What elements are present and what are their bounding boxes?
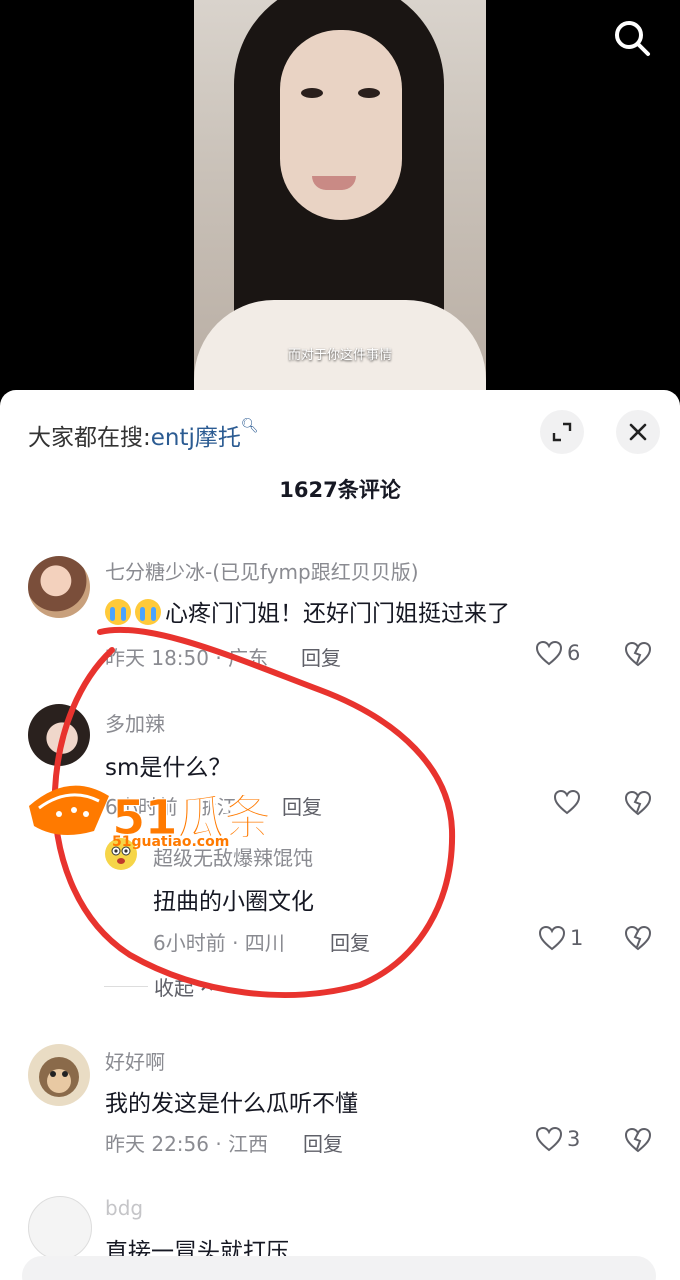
video-player[interactable]: 而对于你这件事情: [0, 0, 680, 400]
like-button[interactable]: 1: [538, 925, 583, 951]
hot-search-term[interactable]: entj摩托: [151, 425, 241, 451]
video-person-eye: [301, 88, 323, 98]
monkey-avatar-icon: [39, 1057, 79, 1097]
video-person-face: [280, 30, 402, 220]
collapse-label: 收起: [154, 976, 194, 1000]
watermark-url: 51guatiao.com: [112, 834, 230, 850]
reply-button[interactable]: 回复: [282, 791, 322, 820]
video-frame: 而对于你这件事情: [194, 0, 486, 390]
heart-icon: [535, 1126, 563, 1152]
heart-icon: [553, 789, 581, 815]
watermelon-logo-icon: [29, 785, 109, 835]
reply-text: 扭曲的小圈文化: [153, 889, 314, 915]
comment-count: 1627条评论: [279, 478, 401, 502]
expand-icon: [552, 422, 572, 442]
crying-emoji-icon: [135, 599, 161, 625]
video-person-eye: [358, 88, 380, 98]
heart-icon: [538, 925, 566, 951]
hot-search-magnifier-icon: 🔍︎: [240, 418, 259, 434]
like-button[interactable]: [553, 789, 581, 815]
reply-button[interactable]: 回复: [303, 1128, 343, 1157]
avatar[interactable]: [28, 704, 90, 766]
collapse-replies-button[interactable]: 收起: [104, 972, 214, 1001]
close-button[interactable]: [616, 410, 660, 454]
video-subtitle: 而对于你这件事情: [287, 348, 392, 363]
reply-button[interactable]: 回复: [330, 927, 370, 956]
avatar[interactable]: [28, 1196, 92, 1260]
like-button[interactable]: 3: [535, 1126, 580, 1152]
divider: [104, 986, 148, 987]
close-icon: [629, 423, 647, 441]
like-count: 3: [567, 1127, 581, 1151]
watermark-logo: 51瓜条 51guatiao.com: [24, 776, 274, 856]
crying-emoji-icon: [105, 599, 131, 625]
like-count: 6: [567, 641, 581, 665]
comment-text: 我的发这是什么瓜听不懂: [105, 1091, 358, 1117]
hot-search-bar[interactable]: 大家都在搜:entj摩托🔍︎: [28, 418, 259, 452]
comment-input-bar[interactable]: [22, 1256, 656, 1280]
comment-text: 心疼门门姐！还好门门姐挺过来了: [105, 594, 510, 628]
search-icon[interactable]: [610, 16, 654, 60]
like-count: 1: [570, 926, 584, 950]
reply-meta: 6小时前 · 四川: [153, 931, 285, 955]
comment-author[interactable]: 好好啊: [105, 1046, 165, 1075]
reply-button[interactable]: 回复: [301, 642, 341, 671]
comment-author[interactable]: 多加辣: [105, 708, 165, 737]
comment-meta: 昨天 18:50 · 广东: [105, 646, 269, 670]
broken-heart-icon[interactable]: [624, 641, 652, 667]
avatar[interactable]: [28, 556, 90, 618]
expand-button[interactable]: [540, 410, 584, 454]
comment-author[interactable]: bdg: [105, 1196, 143, 1220]
broken-heart-icon[interactable]: [624, 1127, 652, 1153]
broken-heart-icon[interactable]: [624, 925, 652, 951]
hot-search-label: 大家都在搜:: [28, 425, 151, 451]
like-button[interactable]: 6: [535, 640, 580, 666]
avatar[interactable]: [28, 1044, 90, 1106]
heart-icon: [535, 640, 563, 666]
comment-meta: 昨天 22:56 · 江西: [105, 1132, 269, 1156]
chevron-up-icon: [201, 983, 213, 991]
broken-heart-icon[interactable]: [624, 790, 652, 816]
comment-author[interactable]: 七分糖少冰-(已见fymp跟红贝贝版): [105, 556, 419, 585]
